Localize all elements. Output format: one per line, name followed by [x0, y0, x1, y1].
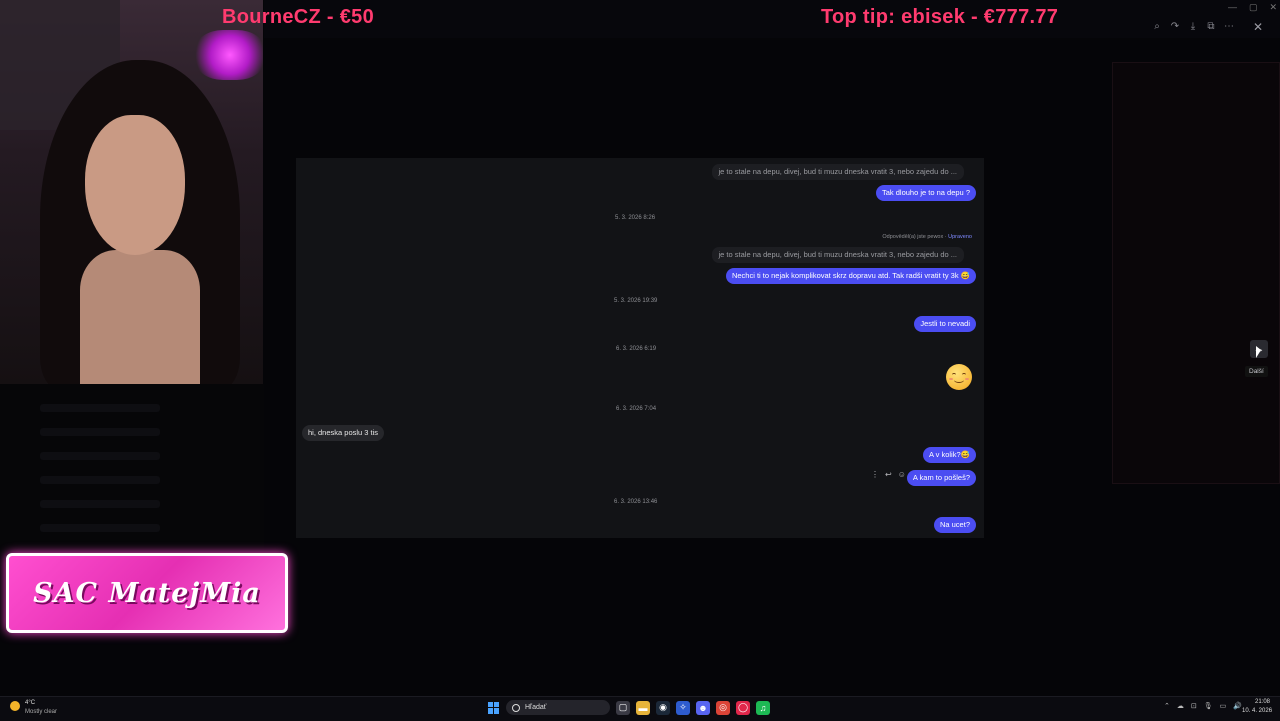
- volume-icon[interactable]: 🔊: [1233, 702, 1242, 710]
- background-row: [40, 452, 160, 460]
- emoji-cheek: [949, 378, 953, 380]
- top-tip-alert: Top tip: ebisek - €777.77: [821, 6, 1059, 28]
- donation-alert: BourneCZ - €50: [222, 6, 375, 28]
- emoji-cheek: [965, 378, 969, 380]
- webcam-feed: [0, 0, 263, 384]
- system-tray: ⌃ ☁ ⊡ 🎙 ▭ 🔊: [1164, 702, 1242, 710]
- window-controls: — ▢ ✕: [1228, 2, 1277, 13]
- opera-gx-icon[interactable]: ◯: [736, 700, 750, 715]
- webcam-person-body: [80, 250, 200, 384]
- quoted-message: je to stale na depu, divej, bud ti muzu …: [711, 164, 964, 180]
- weather-temperature: 4°C: [25, 700, 36, 706]
- react-emoji-icon[interactable]: ☺: [898, 470, 906, 479]
- background-row: [40, 476, 160, 484]
- sent-message[interactable]: Na ucet?: [933, 517, 976, 533]
- spotify-icon[interactable]: ♫: [756, 700, 770, 715]
- received-message[interactable]: hi, dneska poslu 3 tis: [302, 425, 385, 441]
- chrome-icon[interactable]: ◎: [716, 700, 730, 715]
- sent-message[interactable]: A kam to pošleš?: [906, 470, 976, 486]
- more-options-icon[interactable]: ⋯: [1222, 19, 1236, 33]
- sent-message[interactable]: Jestli to nevadi: [914, 316, 976, 332]
- sent-message[interactable]: Nechci ti to nejak komplikovat skrz dopr…: [725, 268, 976, 284]
- background-row: [40, 404, 160, 412]
- clock-time[interactable]: 21:08: [1255, 699, 1270, 705]
- clock-date[interactable]: 10. 4. 2026: [1242, 708, 1272, 714]
- steam-icon[interactable]: ◉: [656, 700, 670, 715]
- open-external-icon[interactable]: ⧉: [1204, 19, 1218, 33]
- background-conversation-list: [0, 384, 264, 554]
- file-explorer-icon[interactable]: ▬: [636, 700, 650, 715]
- weather-description: Mostly clear: [25, 709, 58, 715]
- more-options-icon[interactable]: ⋮: [871, 470, 879, 479]
- edited-label: Upraveno: [948, 234, 972, 240]
- message-timestamp: 6. 3. 2026 6:19: [616, 346, 657, 352]
- mouse-cursor-icon: [1256, 346, 1261, 358]
- image-viewer-toolbar: ⌕ ↷ ⤓ ⧉ ⋯: [1150, 19, 1236, 33]
- search-icon: [512, 703, 520, 712]
- taskbar-apps: Hľadať ▢ ▬ ◉ ✧ ☻ ◎ ◯ ♫: [488, 700, 770, 715]
- webcam-person-face: [85, 115, 185, 255]
- quoted-message: je to stale na depu, divej, bud ti muzu …: [711, 247, 964, 263]
- window-close-icon[interactable]: ✕: [1270, 2, 1278, 13]
- display-icon[interactable]: ▭: [1220, 702, 1227, 710]
- background-row: [40, 428, 160, 436]
- smiling-emoji-icon[interactable]: [946, 364, 972, 390]
- banner-text: SAC MatejMia: [33, 577, 261, 609]
- message-timestamp: 6. 3. 2026 13:46: [614, 499, 658, 505]
- viewer-close-icon[interactable]: ✕: [1250, 19, 1266, 35]
- app-blue-icon[interactable]: ✧: [676, 700, 690, 715]
- reply-icon[interactable]: ↩: [885, 470, 892, 479]
- show-hidden-icons-icon[interactable]: ⌃: [1164, 702, 1170, 710]
- minimize-icon[interactable]: —: [1228, 2, 1237, 13]
- background-titlebar: [264, 0, 1280, 38]
- message-timestamp: 5. 3. 2026 19:39: [614, 298, 658, 304]
- redo-icon[interactable]: ↷: [1168, 19, 1182, 33]
- microphone-icon[interactable]: 🎙: [1204, 702, 1213, 710]
- zoom-in-icon[interactable]: ⌕: [1150, 19, 1164, 33]
- message-timestamp: 6. 3. 2026 7:04: [616, 406, 657, 412]
- background-row: [40, 524, 160, 532]
- cloud-icon[interactable]: ☁: [1177, 702, 1184, 710]
- sent-message[interactable]: Tak dlouho je to na depu ?: [876, 185, 976, 201]
- channel-banner: SAC MatejMia: [6, 553, 288, 633]
- sent-message[interactable]: A v kolik?😅: [922, 447, 976, 463]
- maximize-icon[interactable]: ▢: [1249, 2, 1258, 13]
- webcam-neon-light: [195, 30, 263, 80]
- taskbar: 4°C Mostly clear Hľadať ▢ ▬ ◉ ✧ ☻ ◎ ◯ ♫ ⌃ ☁ ⊡ 🎙 ▭ 🔊 …: [0, 696, 1280, 721]
- message-actions: ⋮ ↩ ☺: [871, 470, 906, 479]
- task-view-icon[interactable]: ▢: [616, 700, 630, 715]
- emoji-mouth: [954, 377, 964, 383]
- reply-label-text: Odpověděl(a) jste pewox ·: [882, 234, 949, 240]
- reply-label: Odpověděl(a) jste pewox · Upraveno: [882, 234, 972, 241]
- message-timestamp: 5. 3. 2026 8:26: [615, 215, 656, 221]
- weather-icon[interactable]: [10, 701, 20, 711]
- background-row: [40, 500, 160, 508]
- next-tooltip: Další: [1245, 366, 1268, 377]
- start-icon[interactable]: [488, 701, 500, 714]
- background-profile-panel: [1112, 62, 1280, 484]
- search-placeholder: Hľadať: [525, 704, 547, 711]
- discord-icon[interactable]: ☻: [696, 700, 710, 715]
- taskbar-search[interactable]: Hľadať: [506, 700, 610, 715]
- download-icon[interactable]: ⤓: [1186, 19, 1200, 33]
- network-icon[interactable]: ⊡: [1191, 702, 1197, 710]
